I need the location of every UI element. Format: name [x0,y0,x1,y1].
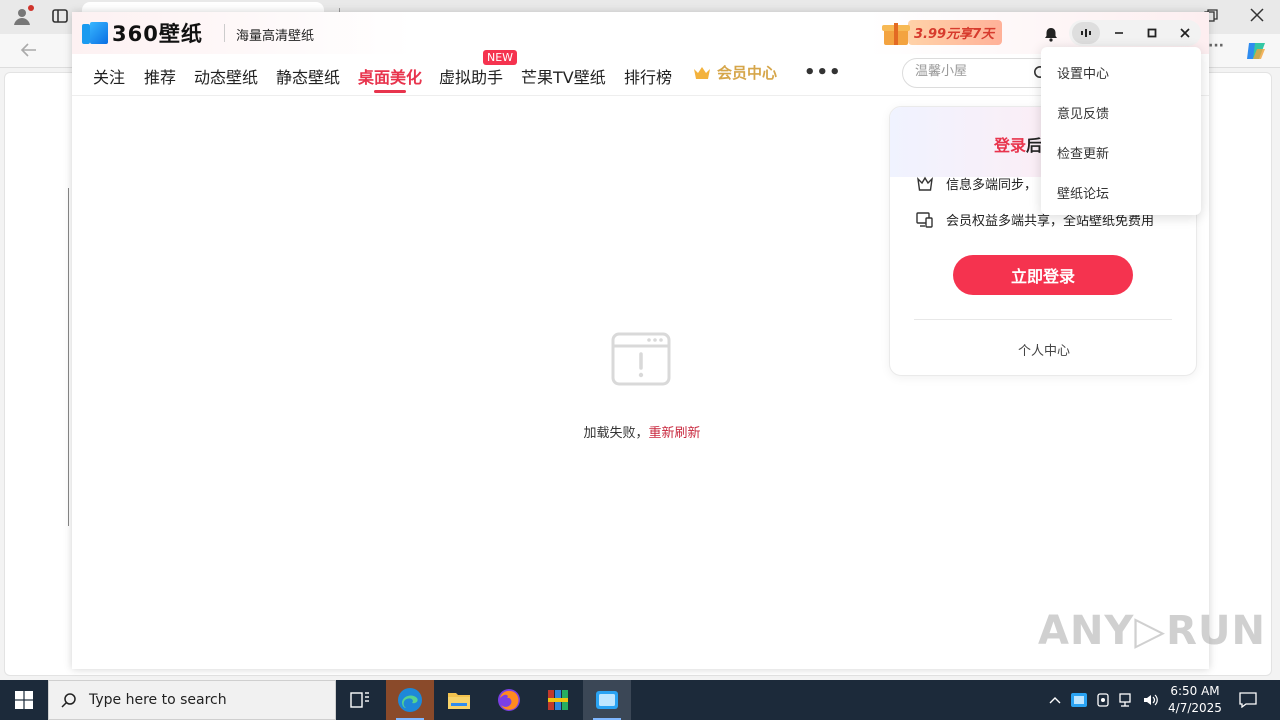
reload-link[interactable]: 重新刷新 [649,426,701,441]
more-options-icon[interactable]: ··· [1208,38,1224,54]
menu-item-forum[interactable]: 壁纸论坛 [1057,183,1109,202]
tab-actions-icon[interactable] [52,8,68,28]
search-box [902,58,1062,88]
logo-mark-icon [82,22,108,44]
task-view-icon [350,692,369,708]
tab-desktop-beautify[interactable]: 桌面美化 [358,64,422,88]
tab-live-wallpaper[interactable]: 动态壁纸 [194,64,258,88]
tab-recommend[interactable]: 推荐 [144,64,176,88]
taskbar-search[interactable]: Type here to search [48,680,336,720]
windows-logo-icon [15,691,33,709]
firefox-icon [498,689,520,711]
browser-close-icon[interactable] [1250,7,1264,26]
network-icon[interactable] [1116,680,1138,720]
app-slogan: 海量高清壁纸 [236,29,315,44]
taskbar-winrar[interactable] [534,680,582,720]
login-title-rest: 后 [1026,136,1043,155]
login-button[interactable]: 立即登录 [953,255,1133,295]
start-button[interactable] [0,680,48,720]
wallpaper-app-icon [596,691,618,709]
clock-time: 6:50 AM [1170,684,1220,698]
tray-overflow-icon[interactable] [1044,680,1066,720]
back-icon[interactable] [20,42,38,62]
tab-ranking[interactable]: 排行榜 [624,64,672,88]
personal-center-link[interactable]: 个人中心 [890,340,1196,359]
tab-virtual-assistant[interactable]: 虚拟助手 [439,64,503,88]
crown-icon [694,66,710,79]
taskbar-file-explorer[interactable] [435,680,483,720]
load-error-icon [611,332,671,386]
edge-icon [398,688,422,712]
login-card-title: 登录后 [994,132,1042,156]
app-logo[interactable]: 360壁纸 [82,21,203,46]
copilot-icon[interactable] [1245,41,1267,65]
tab-follow[interactable]: 关注 [93,64,125,88]
gift-icon [882,19,910,45]
tray-wallpaper-icon[interactable] [1068,680,1090,720]
main-nav: 关注 推荐 动态壁纸 静态壁纸 桌面美化 虚拟助手 NEW 芒果TV壁纸 排行榜… [72,50,1209,96]
promo-label: 3.99元享7天 [908,19,1003,45]
taskbar-edge[interactable] [386,680,434,720]
title-divider [224,24,225,42]
taskbar-search-icon [61,693,76,708]
vip-center-link[interactable]: 会员中心 [693,62,777,83]
notifications-icon[interactable] [1234,680,1262,720]
notification-bell-icon[interactable] [1039,22,1063,46]
anyrun-watermark: ANY▷RUN [1038,608,1266,654]
login-title-highlight: 登录 [994,136,1027,155]
taskbar-firefox[interactable] [485,680,533,720]
logo-text: 360壁纸 [112,22,203,46]
app-titlebar: 360壁纸 海量高清壁纸 3.99元享7天 [72,12,1209,54]
devices-icon [916,211,933,228]
winrar-icon [548,690,568,710]
card-divider [914,319,1172,320]
benefit-sync-text: 信息多端同步， [946,178,1038,193]
load-error-message: 加载失败，重新刷新 [552,422,732,441]
notification-dot [28,5,34,11]
folder-icon [448,693,470,709]
active-tab-underline [374,90,406,93]
promo-banner[interactable]: 3.99元享7天 [882,19,1024,45]
new-badge: NEW [483,50,518,65]
crown-outline-icon [917,176,933,191]
error-text: 加载失败， [583,426,649,441]
taskbar: Type here to search 6:50 AM 4/7/2025 [0,680,1280,720]
tab-mango-tv[interactable]: 芒果TV壁纸 [521,64,606,88]
taskbar-search-text: Type here to search [89,692,227,708]
menu-button[interactable] [1071,22,1100,44]
taskbar-clock[interactable]: 6:50 AM 4/7/2025 [1160,683,1230,717]
taskbar-360-wallpaper[interactable] [583,680,631,720]
settings-dropdown: 设置中心 意见反馈 检查更新 壁纸论坛 [1041,47,1201,215]
task-view-button[interactable] [336,680,384,720]
maximize-button[interactable] [1138,22,1166,44]
menu-item-feedback[interactable]: 意见反馈 [1057,103,1109,122]
menu-item-settings[interactable]: 设置中心 [1057,63,1109,82]
tray-device-icon[interactable] [1092,680,1114,720]
clock-date: 4/7/2025 [1168,701,1222,715]
benefit-sync: 信息多端同步， [916,174,1037,193]
tab-static-wallpaper[interactable]: 静态壁纸 [276,64,340,88]
window-controls [1069,20,1201,46]
search-input[interactable] [915,64,1030,79]
more-menu-button[interactable]: ••• [804,62,842,83]
wallpaper-app-window: 360壁纸 海量高清壁纸 3.99元享7天 关注 推荐 动态壁纸 静态壁纸 桌面… [72,12,1209,669]
close-button[interactable] [1171,22,1199,44]
minimize-button[interactable] [1105,22,1133,44]
vip-center-label: 会员中心 [717,64,778,82]
menu-item-check-update[interactable]: 检查更新 [1057,143,1109,162]
volume-icon[interactable] [1140,680,1162,720]
